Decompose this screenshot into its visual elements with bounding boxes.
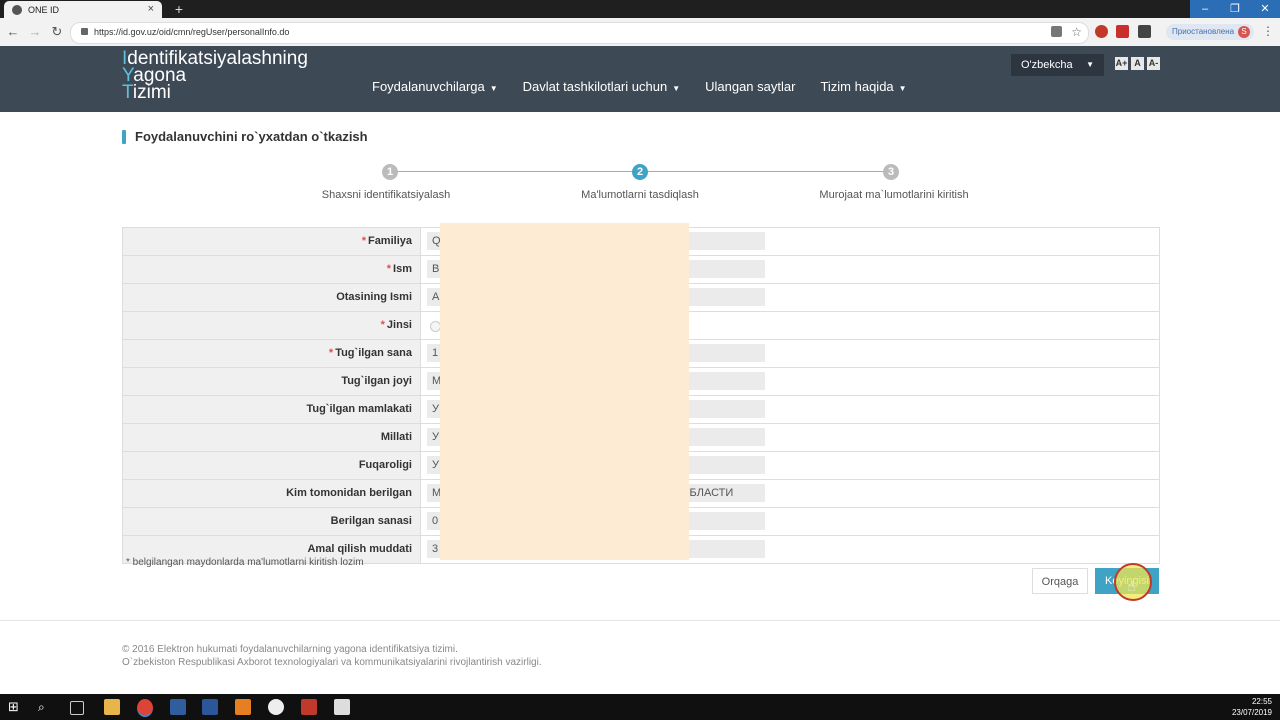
footer-ministry: O`zbekiston Respublikasi Axborot texnolo… [122, 657, 542, 668]
logo-word: izimi [132, 82, 171, 103]
field-label: Fuqaroligi [123, 452, 421, 479]
step-3-marker: 3 [883, 164, 899, 180]
browser-menu-icon[interactable]: ⋮ [1262, 24, 1274, 38]
profile-label: Приостановлена [1172, 27, 1235, 36]
lock-icon [81, 28, 88, 35]
field-label: Tug`ilgan joyi [123, 368, 421, 395]
field-label: * Jinsi [123, 312, 421, 339]
task-view-icon[interactable] [70, 701, 84, 715]
step-1-marker: 1 [382, 164, 398, 180]
site-favicon-icon [12, 4, 22, 15]
app-icon[interactable] [268, 699, 284, 715]
nav-item-about[interactable]: Tizim haqida ▼ [820, 79, 906, 94]
main-nav: Foydalanuvchilarga ▼ Davlat tashkilotlari… [372, 79, 932, 94]
step-connector [397, 171, 633, 172]
new-tab-button[interactable]: + [170, 1, 188, 17]
language-value: O'zbekcha [1021, 59, 1073, 71]
font-decrease-button[interactable]: A- [1147, 57, 1160, 70]
browser-tab-bar: ONE ID × + – ❐ ✕ [0, 0, 1280, 18]
close-tab-icon[interactable]: × [148, 3, 154, 15]
field-label: Otasining Ismi [123, 284, 421, 311]
extension-icon[interactable] [1138, 25, 1151, 38]
profile-avatar: S [1238, 26, 1250, 38]
bookmark-star-icon[interactable]: ☆ [1071, 25, 1082, 39]
site-footer: © 2016 Elektron hukumati foydalanuvchila… [0, 620, 1280, 695]
required-asterisk: * [380, 319, 385, 331]
minimize-window-button[interactable]: – [1190, 0, 1220, 18]
site-header: Identifikatsiyalashning Yagona Tizimi Fo… [0, 46, 1280, 112]
field-label: Kim tomonidan berilgan [123, 480, 421, 507]
clock-time: 22:55 [1251, 697, 1272, 706]
field-label: Tug`ilgan mamlakati [123, 396, 421, 423]
field-label: Millati [123, 424, 421, 451]
back-button[interactable]: Orqaga [1032, 568, 1088, 594]
required-asterisk: * [361, 235, 366, 247]
file-explorer-icon[interactable] [104, 699, 120, 715]
windows-taskbar: ⊞ ⌕ 22:55 23/07/2019 [0, 694, 1280, 720]
step-2-marker: 2 [632, 164, 648, 180]
redaction-overlay [440, 223, 689, 560]
step-2-label: Ma'lumotlarni tasdiqlash [581, 189, 699, 201]
caret-down-icon: ▼ [898, 84, 907, 93]
hand-cursor-icon: ☝ [1127, 578, 1136, 594]
search-icon[interactable]: ⌕ [38, 699, 54, 715]
app-icon[interactable] [235, 699, 251, 715]
required-asterisk: * [386, 263, 392, 275]
page-title: Foydalanuvchini ro`yxatdan o`tkazish [122, 129, 368, 144]
profile-button[interactable]: Приостановлена S [1166, 24, 1254, 40]
field-label: Berilgan sanasi [123, 508, 421, 535]
photos-icon[interactable] [334, 699, 350, 715]
field-label: * Ism [123, 256, 421, 283]
translate-icon[interactable] [1051, 26, 1062, 37]
language-select[interactable]: O'zbekcha ▼ [1011, 54, 1104, 76]
extension-icon[interactable] [1095, 25, 1108, 38]
word-icon[interactable] [202, 699, 218, 715]
step-1-label: Shaxsni identifikatsiyalash [321, 189, 451, 201]
url-text: https://id.gov.uz/oid/cmn/regUser/person… [94, 27, 290, 37]
nav-item-connected-sites[interactable]: Ulangan saytlar [705, 79, 795, 94]
address-bar[interactable]: https://id.gov.uz/oid/cmn/regUser/person… [70, 22, 1089, 44]
step-connector [648, 171, 884, 172]
clock-date: 23/07/2019 [1231, 708, 1272, 717]
reload-icon[interactable]: ↻ [48, 23, 66, 41]
logo-letter: T [122, 82, 133, 103]
app-icon[interactable] [301, 699, 317, 715]
browser-toolbar: ← → ↻ https://id.gov.uz/oid/cmn/regUser/… [0, 18, 1280, 47]
required-fields-note: * belgilangan maydonlarda ma'lumotlarni … [126, 557, 364, 568]
nav-item-users[interactable]: Foydalanuvchilarga ▼ [372, 79, 498, 94]
system-clock[interactable]: 22:55 23/07/2019 [1232, 696, 1272, 718]
site-logo[interactable]: Identifikatsiyalashning Yagona Tizimi [122, 49, 308, 103]
step-3-label: Murojaat ma`lumotlarini kiritish [819, 189, 969, 201]
tab-title: ONE ID [28, 4, 60, 15]
field-label: * Tug`ilgan sana [123, 340, 421, 367]
caret-down-icon: ▼ [672, 84, 681, 93]
caret-down-icon: ▼ [489, 84, 498, 93]
save-app-icon[interactable] [170, 699, 186, 715]
nav-item-government[interactable]: Davlat tashkilotlari uchun ▼ [523, 79, 680, 94]
windows-start-icon[interactable]: ⊞ [8, 699, 24, 715]
caret-down-icon: ▼ [1086, 60, 1094, 69]
font-increase-button[interactable]: A+ [1115, 57, 1128, 70]
adblock-extension-icon[interactable] [1116, 25, 1129, 38]
forward-arrow-icon[interactable]: → [26, 23, 44, 41]
field-label: * Familiya [123, 228, 421, 255]
required-asterisk: * [328, 347, 334, 359]
chrome-icon[interactable] [137, 699, 153, 717]
restore-window-button[interactable]: ❐ [1220, 0, 1250, 18]
close-window-button[interactable]: ✕ [1250, 0, 1280, 18]
footer-copyright: © 2016 Elektron hukumati foydalanuvchila… [122, 644, 458, 655]
back-arrow-icon[interactable]: ← [4, 23, 22, 41]
browser-tab[interactable]: ONE ID × [4, 1, 162, 18]
font-normal-button[interactable]: A [1131, 57, 1144, 70]
